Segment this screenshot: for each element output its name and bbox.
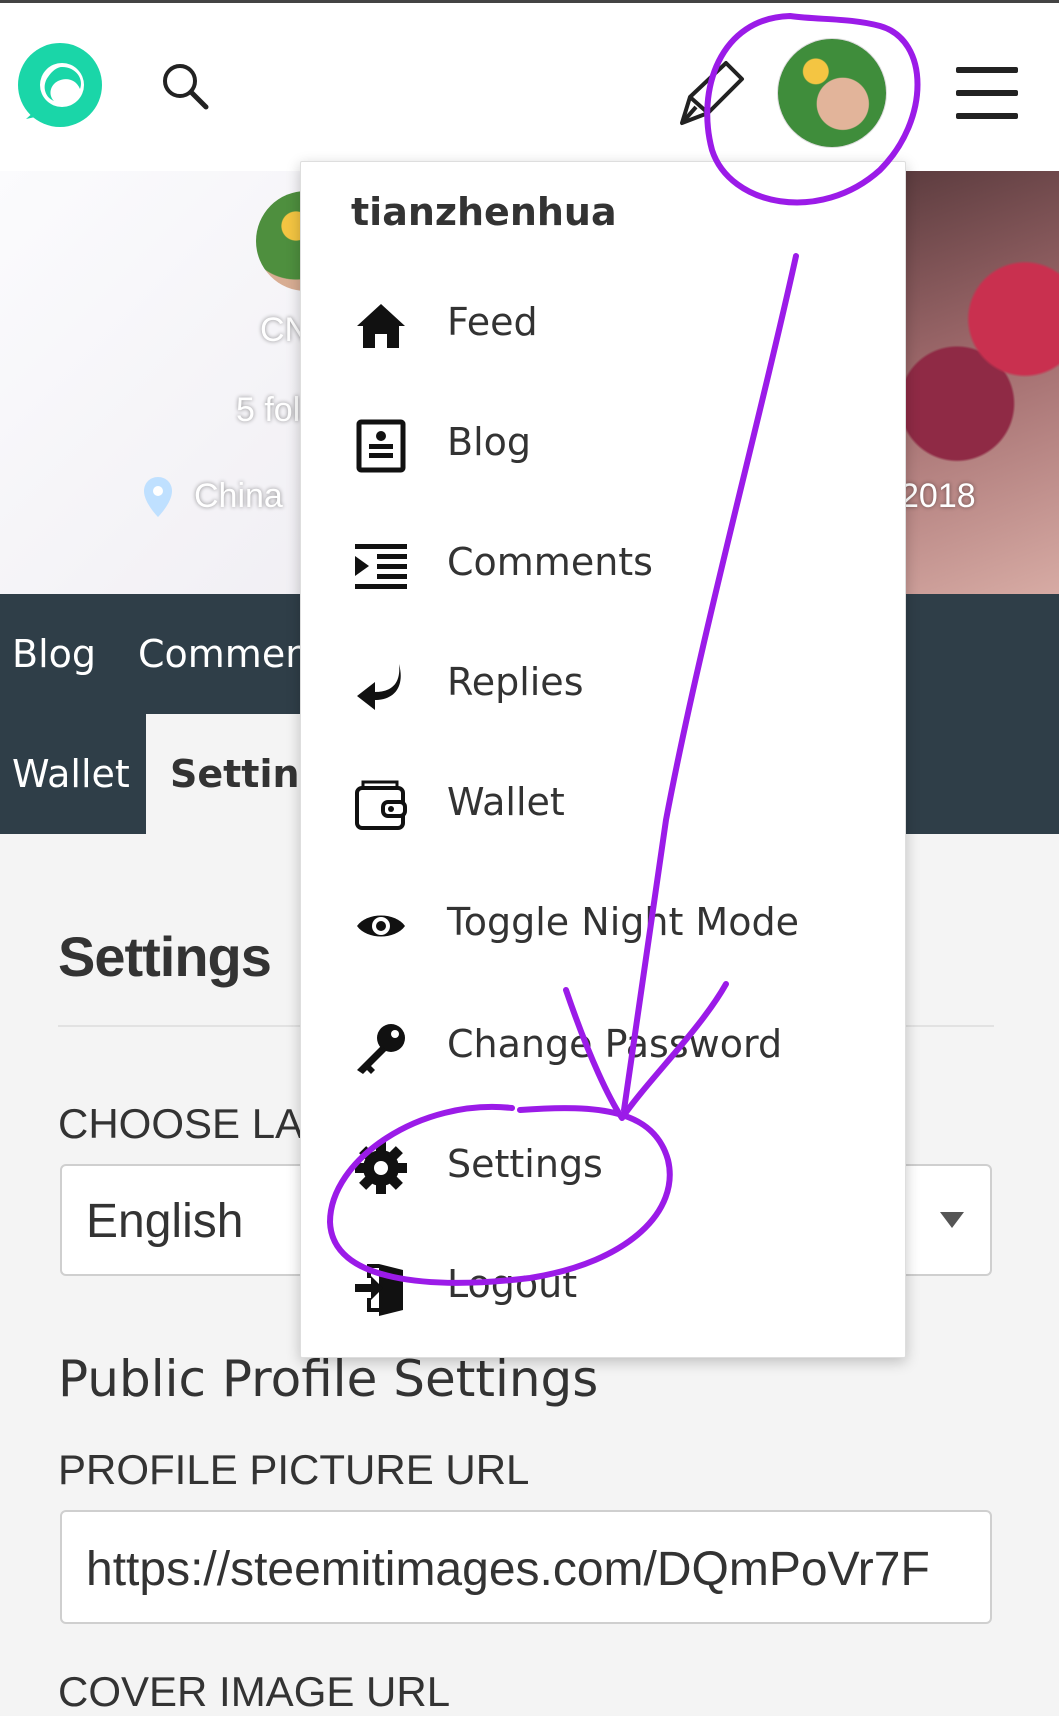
- gear-icon: [355, 1142, 407, 1194]
- key-icon: [357, 1024, 405, 1074]
- dropdown-username: tianzhenhua: [351, 190, 617, 234]
- top-header: [0, 3, 1059, 171]
- menu-item-replies[interactable]: Replies: [301, 636, 905, 736]
- tab-blog[interactable]: Blog: [12, 632, 96, 676]
- logout-icon: [355, 1264, 403, 1316]
- wallet-icon: [355, 780, 407, 830]
- menu-item-label: Wallet: [447, 780, 565, 824]
- public-profile-title: Public Profile Settings: [58, 1350, 599, 1408]
- menu-item-label: Logout: [447, 1262, 578, 1306]
- profile-joined: 2018: [900, 477, 976, 515]
- profile-followers[interactable]: 5 fol: [236, 391, 300, 430]
- user-dropdown-menu: tianzhenhua Feed Blog Comments Replies W…: [300, 161, 906, 1358]
- tab-settings[interactable]: Setting: [146, 714, 327, 834]
- search-icon[interactable]: [158, 59, 214, 115]
- home-icon: [357, 304, 405, 348]
- chevron-down-icon: [940, 1212, 964, 1228]
- menu-item-logout[interactable]: Logout: [301, 1238, 905, 1338]
- reply-icon: [357, 664, 401, 710]
- menu-item-label: Blog: [447, 420, 531, 464]
- menu-item-label: Settings: [447, 1142, 603, 1186]
- hamburger-icon[interactable]: [956, 67, 1020, 121]
- cover-image-label: COVER IMAGE URL: [58, 1668, 451, 1715]
- steemit-logo-icon[interactable]: [14, 39, 106, 131]
- language-select-value: English: [86, 1195, 244, 1248]
- language-label: CHOOSE LA: [58, 1100, 304, 1147]
- page-title: Settings: [58, 925, 272, 988]
- menu-item-change-password[interactable]: Change Password: [301, 998, 905, 1098]
- menu-item-comments[interactable]: Comments: [301, 516, 905, 616]
- blog-icon: [356, 419, 406, 473]
- cover-image: [889, 171, 1059, 594]
- profile-picture-value: https://steemitimages.com/DQmPoVr7F: [86, 1543, 930, 1596]
- menu-item-label: Replies: [447, 660, 584, 704]
- menu-item-label: Comments: [447, 540, 653, 584]
- menu-item-blog[interactable]: Blog: [301, 396, 905, 496]
- menu-item-wallet[interactable]: Wallet: [301, 756, 905, 856]
- user-avatar[interactable]: [778, 39, 886, 147]
- profile-picture-label: PROFILE PICTURE URL: [58, 1446, 530, 1493]
- eye-icon: [357, 915, 405, 937]
- menu-item-night-mode[interactable]: Toggle Night Mode: [301, 876, 905, 976]
- profile-picture-input[interactable]: https://steemitimages.com/DQmPoVr7F: [60, 1510, 992, 1624]
- menu-item-label: Feed: [447, 300, 538, 344]
- pen-icon[interactable]: [676, 55, 752, 127]
- location-pin-icon: [144, 477, 172, 517]
- menu-item-label: Change Password: [447, 1022, 783, 1066]
- menu-item-settings[interactable]: Settings: [301, 1118, 905, 1218]
- tab-comments[interactable]: Commen: [138, 632, 309, 676]
- tab-wallet[interactable]: Wallet: [12, 752, 130, 796]
- profile-location: China: [194, 477, 283, 515]
- menu-item-label: Toggle Night Mode: [447, 900, 799, 944]
- comments-icon: [355, 544, 407, 589]
- menu-item-feed[interactable]: Feed: [301, 276, 905, 376]
